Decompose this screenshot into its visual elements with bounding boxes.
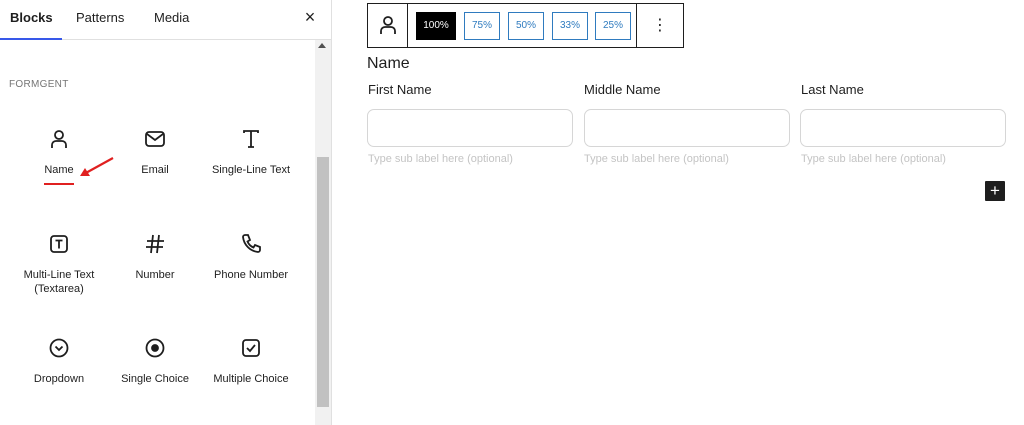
block-label: Phone Number	[214, 269, 288, 281]
block-dropdown[interactable]: Dropdown	[19, 336, 99, 386]
block-label: Number	[135, 269, 175, 281]
hash-icon	[115, 232, 195, 260]
scrollbar-thumb[interactable]	[317, 157, 329, 407]
category-heading: FORMGENT	[9, 79, 69, 90]
field-title: Name	[367, 55, 410, 72]
more-options-button[interactable]: ⋮	[636, 4, 683, 47]
width-50-button[interactable]: 50%	[508, 12, 544, 40]
first-name-label: First Name	[368, 82, 432, 97]
close-button[interactable]: ×	[300, 7, 320, 27]
scroll-up-arrow-icon[interactable]	[318, 43, 326, 48]
add-block-button[interactable]: +	[985, 181, 1005, 201]
block-inserter-sidebar: Blocks Patterns Media × FORMGENT Name Em…	[0, 0, 332, 425]
block-number[interactable]: Number	[115, 232, 195, 282]
last-name-label: Last Name	[801, 82, 864, 97]
tab-media[interactable]: Media	[154, 0, 189, 40]
last-name-input[interactable]	[800, 109, 1006, 147]
width-33-button[interactable]: 33%	[552, 12, 588, 40]
person-icon	[19, 127, 99, 155]
annotation-arrow-icon	[80, 157, 114, 176]
width-75-button[interactable]: 75%	[464, 12, 500, 40]
checkbox-icon	[211, 336, 291, 364]
tab-blocks[interactable]: Blocks	[10, 0, 53, 40]
middle-name-label: Middle Name	[584, 82, 661, 97]
block-label: Multiple Choice	[213, 373, 289, 385]
envelope-icon	[115, 127, 195, 155]
block-label: Single Choice	[121, 373, 189, 385]
block-email[interactable]: Email	[115, 127, 195, 177]
block-multiple-choice[interactable]: Multiple Choice	[211, 336, 291, 386]
middle-name-input[interactable]	[584, 109, 790, 147]
width-100-button[interactable]: 100%	[416, 12, 456, 40]
first-name-sublabel-hint[interactable]: Type sub label here (optional)	[368, 153, 513, 165]
middle-name-sublabel-hint[interactable]: Type sub label here (optional)	[584, 153, 729, 165]
block-label: Dropdown	[33, 373, 85, 385]
block-single-line-text[interactable]: Single-Line Text	[211, 127, 291, 177]
person-icon	[380, 16, 396, 34]
block-multi-line-text[interactable]: Multi-Line Text (Textarea)	[19, 232, 99, 296]
block-toolbar: 100% 75% 50% 33% 25% ⋮	[367, 3, 684, 48]
first-name-input[interactable]	[367, 109, 573, 147]
block-label: Multi-Line Text (Textarea)	[23, 269, 95, 295]
block-single-choice[interactable]: Single Choice	[115, 336, 195, 386]
boxed-t-icon	[19, 232, 99, 260]
annotation-underline	[44, 183, 74, 185]
block-phone-number[interactable]: Phone Number	[211, 232, 291, 282]
radio-icon	[115, 336, 195, 364]
block-label: Single-Line Text	[211, 164, 291, 176]
width-25-button[interactable]: 25%	[595, 12, 631, 40]
tab-patterns[interactable]: Patterns	[76, 0, 124, 40]
text-t-icon	[211, 127, 291, 155]
block-type-button[interactable]	[368, 4, 408, 47]
inserter-tabs: Blocks Patterns Media ×	[0, 0, 332, 40]
active-tab-indicator	[0, 38, 62, 40]
last-name-sublabel-hint[interactable]: Type sub label here (optional)	[801, 153, 946, 165]
chevron-circle-icon	[19, 336, 99, 364]
phone-icon	[211, 232, 291, 260]
block-label: Email	[141, 164, 169, 176]
